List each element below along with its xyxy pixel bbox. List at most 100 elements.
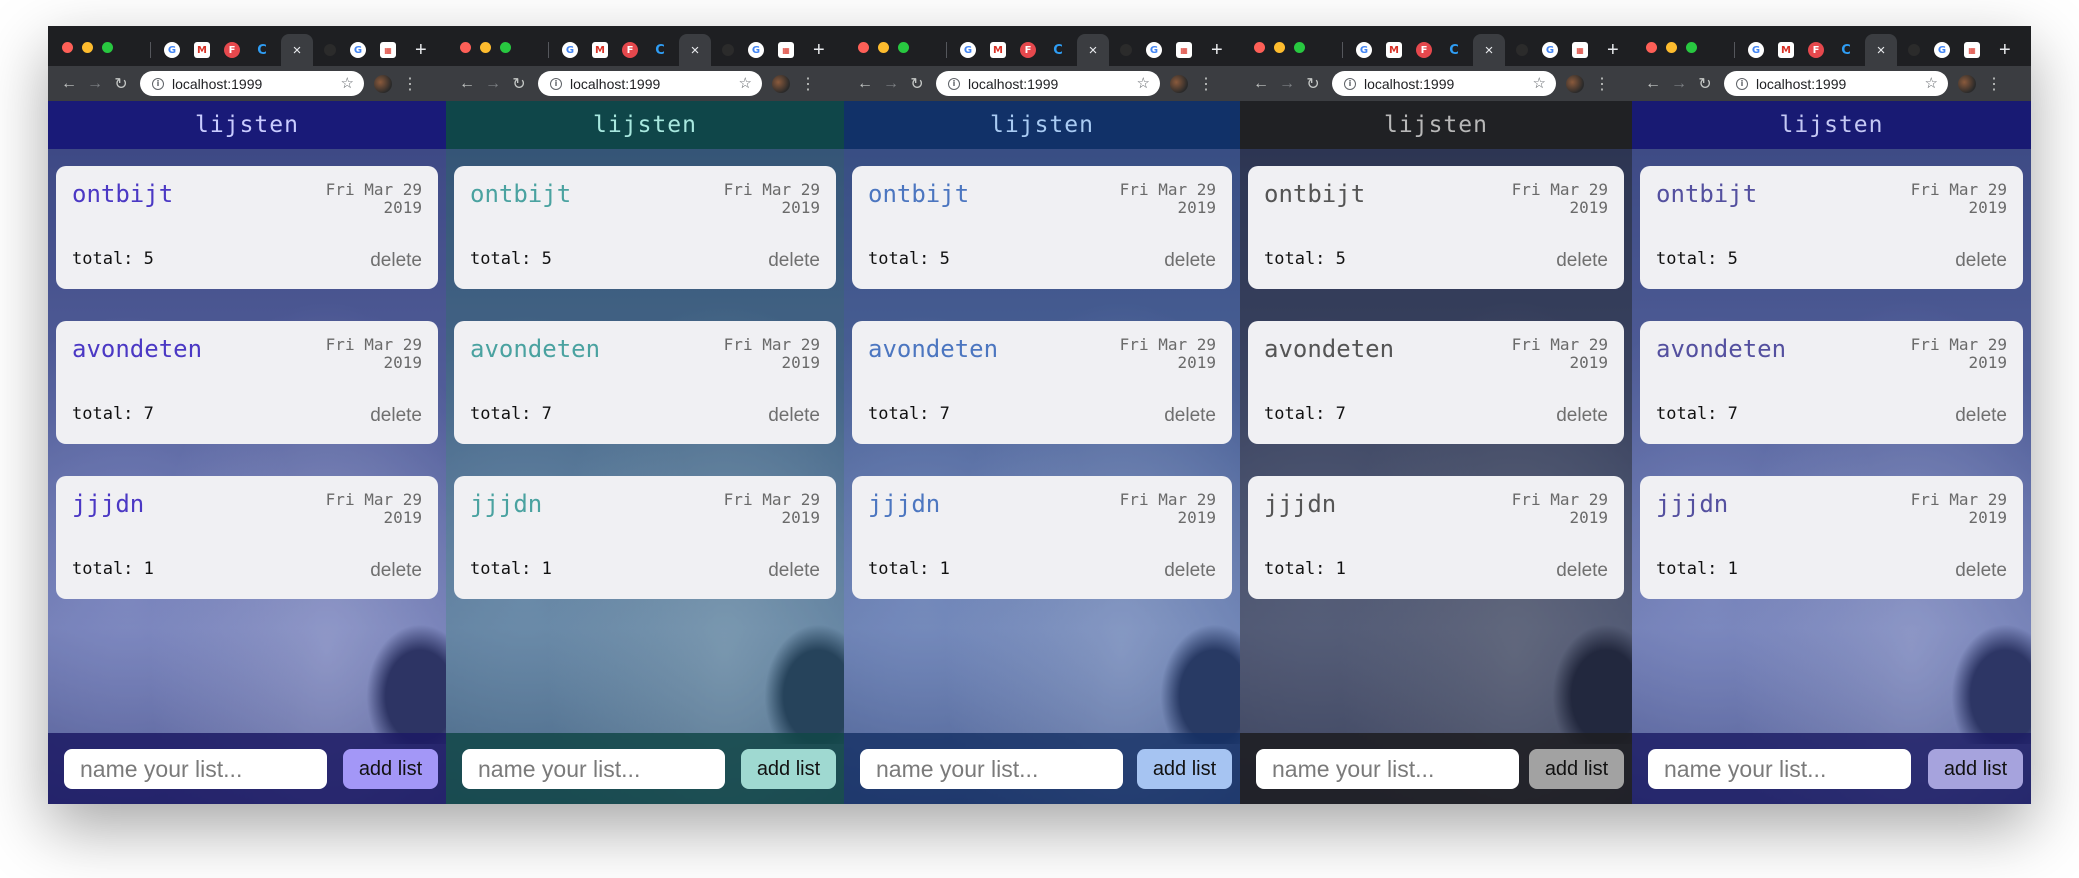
reload-icon[interactable]: ↻	[1692, 74, 1718, 94]
address-bar[interactable]: i localhost:1999 ☆	[1724, 71, 1948, 96]
close-window-button[interactable]	[1254, 42, 1265, 53]
list-name[interactable]: jjjdn	[1264, 490, 1336, 518]
extension-icon[interactable]	[374, 74, 392, 93]
info-icon[interactable]: i	[948, 77, 960, 90]
active-tab[interactable]: ×	[679, 34, 711, 66]
back-arrow-icon[interactable]: ←	[1640, 75, 1666, 93]
c-icon[interactable]: C	[1838, 42, 1854, 58]
close-tab-icon[interactable]: ×	[1877, 42, 1886, 59]
add-list-button[interactable]: add list	[741, 749, 836, 789]
google-icon[interactable]: G	[748, 42, 764, 58]
info-icon[interactable]: i	[1736, 77, 1748, 90]
forward-arrow-icon[interactable]: →	[878, 75, 904, 93]
google-icon[interactable]: G	[1748, 42, 1764, 58]
menu-dots-icon[interactable]: ⋮	[402, 74, 418, 94]
gmail-icon[interactable]: M	[1386, 42, 1402, 58]
extension-icon[interactable]	[1566, 74, 1584, 93]
figma-icon[interactable]: F	[622, 42, 638, 58]
list-name[interactable]: jjjdn	[72, 490, 144, 518]
address-url[interactable]: localhost:1999	[1756, 76, 1846, 92]
delete-button[interactable]: delete	[1164, 405, 1216, 427]
list-name-input[interactable]	[64, 749, 327, 789]
delete-button[interactable]: delete	[1556, 405, 1608, 427]
info-icon[interactable]: i	[1344, 77, 1356, 90]
address-bar[interactable]: i localhost:1999 ☆	[538, 71, 762, 96]
list-name[interactable]: avondeten	[470, 335, 600, 363]
delete-button[interactable]: delete	[1556, 250, 1608, 272]
list-card[interactable]: jjjdn Fri Mar 29 2019 total: 1 delete	[1248, 476, 1624, 599]
list-card[interactable]: ontbijt Fri Mar 29 2019 total: 5 delete	[454, 166, 836, 289]
list-card[interactable]: avondeten Fri Mar 29 2019 total: 7 delet…	[852, 321, 1232, 444]
address-url[interactable]: localhost:1999	[1364, 76, 1454, 92]
active-tab[interactable]: ×	[1077, 34, 1109, 66]
delete-button[interactable]: delete	[1164, 560, 1216, 582]
info-icon[interactable]: i	[152, 77, 164, 90]
maximize-window-button[interactable]	[102, 42, 113, 53]
reload-icon[interactable]: ↻	[506, 74, 532, 94]
list-card[interactable]: ontbijt Fri Mar 29 2019 total: 5 delete	[1640, 166, 2023, 289]
close-window-button[interactable]	[1646, 42, 1657, 53]
menu-dots-icon[interactable]: ⋮	[1198, 74, 1214, 94]
calendar-icon[interactable]: ▦	[778, 42, 794, 58]
google-icon[interactable]: G	[1146, 42, 1162, 58]
reload-icon[interactable]: ↻	[904, 74, 930, 94]
address-url[interactable]: localhost:1999	[172, 76, 262, 92]
list-card[interactable]: jjjdn Fri Mar 29 2019 total: 1 delete	[454, 476, 836, 599]
calendar-icon[interactable]: ▦	[1572, 42, 1588, 58]
add-list-button[interactable]: add list	[1529, 749, 1624, 789]
minimize-window-button[interactable]	[1666, 42, 1677, 53]
list-name[interactable]: avondeten	[868, 335, 998, 363]
google-icon[interactable]: G	[350, 42, 366, 58]
c-icon[interactable]: C	[652, 42, 668, 58]
list-name[interactable]: ontbijt	[1264, 180, 1365, 208]
calendar-icon[interactable]: ▦	[1964, 42, 1980, 58]
list-name[interactable]: ontbijt	[470, 180, 571, 208]
list-card[interactable]: jjjdn Fri Mar 29 2019 total: 1 delete	[56, 476, 438, 599]
back-arrow-icon[interactable]: ←	[56, 75, 82, 93]
maximize-window-button[interactable]	[1294, 42, 1305, 53]
star-icon[interactable]: ☆	[341, 74, 354, 92]
maximize-window-button[interactable]	[898, 42, 909, 53]
figma-icon[interactable]: F	[1808, 42, 1824, 58]
new-tab-button[interactable]: +	[415, 40, 427, 60]
close-window-button[interactable]	[858, 42, 869, 53]
close-tab-icon[interactable]: ×	[691, 42, 700, 59]
calendar-icon[interactable]: ▦	[1176, 42, 1192, 58]
delete-button[interactable]: delete	[768, 250, 820, 272]
delete-button[interactable]: delete	[768, 405, 820, 427]
list-card[interactable]: ontbijt Fri Mar 29 2019 total: 5 delete	[56, 166, 438, 289]
minimize-window-button[interactable]	[1274, 42, 1285, 53]
menu-dots-icon[interactable]: ⋮	[800, 74, 816, 94]
close-tab-icon[interactable]: ×	[1089, 42, 1098, 59]
new-tab-button[interactable]: +	[1999, 40, 2011, 60]
close-window-button[interactable]	[62, 42, 73, 53]
list-name[interactable]: jjjdn	[1656, 490, 1728, 518]
google-icon[interactable]: G	[1934, 42, 1950, 58]
address-bar[interactable]: i localhost:1999 ☆	[936, 71, 1160, 96]
delete-button[interactable]: delete	[768, 560, 820, 582]
add-list-button[interactable]: add list	[1137, 749, 1232, 789]
google-icon[interactable]: G	[562, 42, 578, 58]
list-name[interactable]: ontbijt	[72, 180, 173, 208]
delete-button[interactable]: delete	[370, 250, 422, 272]
list-name-input[interactable]	[462, 749, 725, 789]
add-list-button[interactable]: add list	[1928, 749, 2023, 789]
info-icon[interactable]: i	[550, 77, 562, 90]
address-bar[interactable]: i localhost:1999 ☆	[1332, 71, 1556, 96]
star-icon[interactable]: ☆	[739, 74, 752, 92]
address-url[interactable]: localhost:1999	[968, 76, 1058, 92]
extension-icon[interactable]	[772, 74, 790, 93]
calendar-icon[interactable]: ▦	[380, 42, 396, 58]
list-name[interactable]: avondeten	[72, 335, 202, 363]
maximize-window-button[interactable]	[500, 42, 511, 53]
address-url[interactable]: localhost:1999	[570, 76, 660, 92]
github-icon[interactable]	[722, 44, 734, 56]
list-card[interactable]: ontbijt Fri Mar 29 2019 total: 5 delete	[852, 166, 1232, 289]
list-name[interactable]: ontbijt	[1656, 180, 1757, 208]
google-icon[interactable]: G	[960, 42, 976, 58]
close-window-button[interactable]	[460, 42, 471, 53]
gmail-icon[interactable]: M	[990, 42, 1006, 58]
figma-icon[interactable]: F	[224, 42, 240, 58]
gmail-icon[interactable]: M	[1778, 42, 1794, 58]
list-card[interactable]: jjjdn Fri Mar 29 2019 total: 1 delete	[1640, 476, 2023, 599]
